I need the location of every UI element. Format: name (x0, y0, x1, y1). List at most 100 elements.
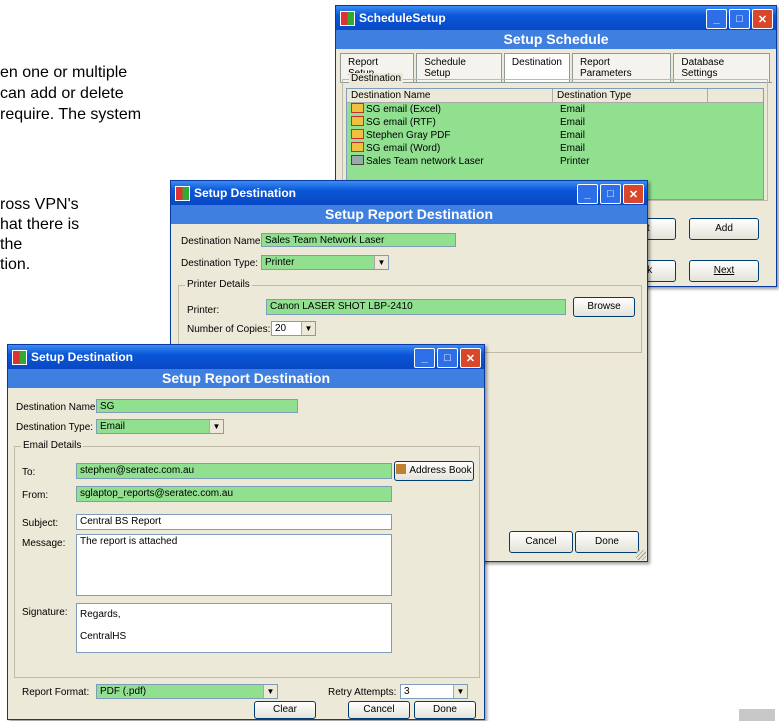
printer-details-group: Printer Details (178, 279, 642, 353)
column-header-type[interactable]: Destination Type (553, 89, 708, 102)
destination-type: Email (560, 143, 586, 154)
cancel-button[interactable]: Cancel (509, 531, 573, 553)
mail-icon (351, 129, 364, 139)
report-format-select[interactable]: PDF (.pdf) ▼ (96, 684, 278, 699)
signature-line: CentralHS (80, 631, 127, 642)
setup-destination-email-window: Setup Destination _ □ ✕ Setup Report Des… (7, 344, 485, 720)
page-header: Setup Schedule (336, 30, 776, 49)
doc-line: require. The system (0, 106, 142, 123)
next-button[interactable]: Next (689, 260, 759, 282)
page-header: Setup Report Destination (171, 205, 647, 224)
cancel-button[interactable]: Cancel (348, 701, 410, 719)
doc-line: the (0, 236, 23, 253)
destination-name: SG email (Excel) (366, 104, 442, 115)
destination-name-field[interactable]: Sales Team Network Laser (261, 233, 456, 247)
retry-attempts-select[interactable]: 3 ▼ (400, 684, 468, 699)
destination-type: Printer (560, 156, 590, 167)
list-item[interactable]: Stephen Gray PDF Email (347, 129, 763, 142)
chevron-down-icon[interactable]: ▼ (263, 685, 277, 698)
close-icon[interactable]: ✕ (460, 348, 481, 368)
printer-field[interactable]: Canon LASER SHOT LBP-2410 (266, 299, 566, 315)
destination-type-value: Email (100, 421, 126, 432)
printer-icon (351, 155, 364, 165)
from-label: From: (22, 490, 49, 501)
minimize-icon[interactable]: _ (577, 184, 598, 204)
destination-type: Email (560, 117, 586, 128)
group-label: Email Details (21, 440, 84, 451)
group-label: Printer Details (185, 279, 252, 290)
clear-button[interactable]: Clear (254, 701, 316, 719)
doc-line: en one or multiple (0, 64, 128, 81)
chevron-down-icon[interactable]: ▼ (209, 420, 223, 433)
list-item[interactable]: Sales Team network Laser Printer (347, 155, 763, 168)
browse-button[interactable]: Browse (573, 297, 635, 317)
to-label: To: (22, 467, 36, 478)
destination-type-select[interactable]: Printer ▼ (261, 255, 389, 270)
maximize-icon[interactable]: □ (600, 184, 621, 204)
signature-line: Regards, (80, 609, 121, 620)
destination-name-field[interactable]: SG (96, 399, 298, 413)
from-field[interactable]: sglaptop_reports@seratec.com.au (76, 486, 392, 502)
page-header: Setup Report Destination (8, 369, 484, 388)
app-icon (340, 10, 355, 26)
window-title: ScheduleSetup (359, 11, 446, 25)
doc-line: tion. (0, 256, 31, 273)
list-item[interactable]: SG email (Excel) Email (347, 103, 763, 116)
destination-type-select[interactable]: Email ▼ (96, 419, 224, 434)
destination-name: Sales Team network Laser (366, 156, 484, 167)
list-item[interactable]: SG email (Word) Email (347, 142, 763, 155)
close-icon[interactable]: ✕ (623, 184, 644, 204)
resize-grip-icon[interactable] (636, 550, 646, 560)
mail-icon (351, 142, 364, 152)
address-book-icon (396, 464, 407, 474)
chevron-down-icon[interactable]: ▼ (453, 685, 467, 698)
tab-schedule-setup[interactable]: Schedule Setup (416, 53, 502, 82)
doc-line: hat there is (0, 216, 80, 233)
title-bar[interactable]: Setup Destination _ □ ✕ (8, 345, 484, 369)
column-header-name[interactable]: Destination Name (347, 89, 553, 102)
subject-label: Subject: (22, 518, 59, 529)
destination-name: SG email (RTF) (366, 117, 436, 128)
destination-name-label: Destination Name: (181, 236, 264, 247)
done-button[interactable]: Done (575, 531, 639, 553)
window-title: Setup Destination (194, 186, 297, 200)
destination-type-label: Destination Type: (181, 258, 259, 269)
subject-field[interactable]: Central BS Report (76, 514, 392, 530)
list-header: Destination Name Destination Type (347, 89, 763, 103)
tab-database-settings[interactable]: Database Settings (673, 53, 771, 82)
to-field[interactable]: stephen@seratec.com.au (76, 463, 392, 479)
message-field[interactable]: The report is attached (76, 534, 392, 596)
printer-label: Printer: (187, 305, 220, 316)
signature-field[interactable]: Regards, CentralHS (76, 603, 392, 653)
destination-name-label: Destination Name: (16, 402, 99, 413)
minimize-icon[interactable]: _ (414, 348, 435, 368)
group-label: Destination (349, 73, 404, 84)
maximize-icon[interactable]: □ (437, 348, 458, 368)
title-bar[interactable]: ScheduleSetup _ □ ✕ (336, 6, 776, 30)
number-of-copies-value: 20 (275, 323, 287, 334)
address-book-button[interactable]: Address Book (394, 461, 474, 481)
close-icon[interactable]: ✕ (752, 9, 773, 29)
retry-attempts-label: Retry Attempts: (328, 687, 397, 698)
chevron-down-icon[interactable]: ▼ (301, 322, 315, 335)
tab-report-parameters[interactable]: Report Parameters (571, 53, 672, 82)
number-of-copies-select[interactable]: 20 ▼ (271, 321, 316, 336)
add-button[interactable]: Add (689, 218, 759, 240)
mail-icon (351, 116, 364, 126)
app-icon (12, 349, 27, 365)
number-of-copies-label: Number of Copies: (187, 324, 271, 335)
chevron-down-icon[interactable]: ▼ (374, 256, 388, 269)
destination-type-label: Destination Type: (16, 422, 94, 433)
signature-label: Signature: (22, 607, 68, 618)
app-icon (175, 185, 190, 201)
tab-destination[interactable]: Destination (503, 53, 570, 82)
list-item[interactable]: SG email (RTF) Email (347, 116, 763, 129)
destination-type: Email (560, 104, 586, 115)
scroll-corner (739, 709, 775, 721)
minimize-icon[interactable]: _ (706, 9, 727, 29)
maximize-icon[interactable]: □ (729, 9, 750, 29)
done-button[interactable]: Done (414, 701, 476, 719)
destination-name: SG email (Word) (366, 143, 441, 154)
report-format-value: PDF (.pdf) (100, 686, 147, 697)
title-bar[interactable]: Setup Destination _ □ ✕ (171, 181, 647, 205)
